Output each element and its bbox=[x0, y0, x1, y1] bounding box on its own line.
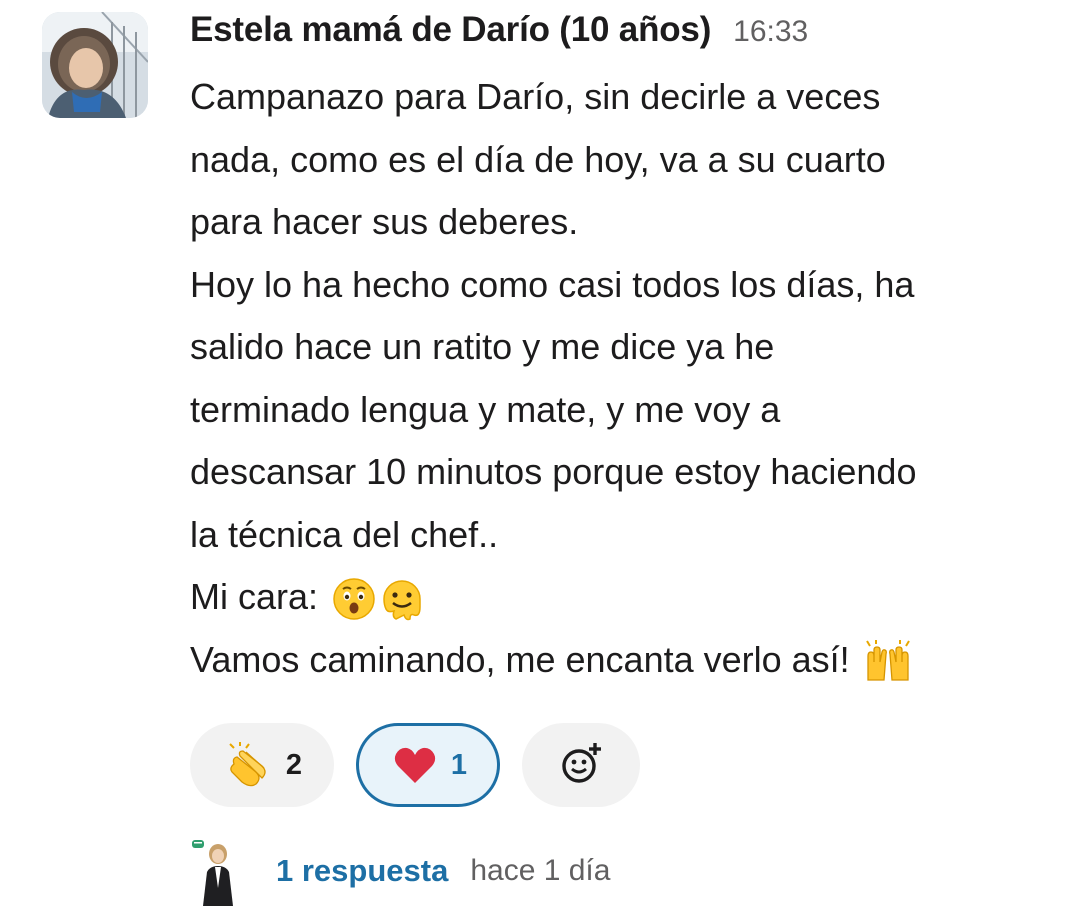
thread-last-reply-time: hace 1 día bbox=[470, 854, 611, 887]
message-line: descansar 10 minutos porque estoy hacien… bbox=[190, 451, 917, 492]
add-reaction-icon bbox=[559, 741, 603, 790]
hushed-face-emoji bbox=[332, 577, 376, 621]
author-name[interactable]: Estela mamá de Darío (10 años) bbox=[190, 10, 711, 50]
message-line: salido hace un ratito y me dice ya he bbox=[190, 326, 775, 367]
message-line: Mi cara: bbox=[190, 576, 329, 617]
reactions-bar: 2 1 bbox=[190, 723, 640, 807]
message-line: para hacer sus deberes. bbox=[190, 201, 579, 242]
message-line: Campanazo para Darío, sin decirle a vece… bbox=[190, 76, 881, 117]
message-line: nada, como es el día de hoy, va a su cua… bbox=[190, 138, 886, 180]
message-header: Estela mamá de Darío (10 años) 16:33 bbox=[190, 10, 808, 60]
reaction-clap-button[interactable]: 2 bbox=[190, 723, 334, 807]
thread-replies-link[interactable]: 1 respuesta bbox=[276, 853, 448, 889]
reaction-count: 2 bbox=[285, 748, 303, 781]
reaction-heart-button[interactable]: 1 bbox=[356, 723, 500, 807]
message-body: Campanazo para Darío, sin decirle a vece… bbox=[190, 66, 1050, 691]
red-heart-emoji bbox=[393, 745, 437, 785]
message-timestamp[interactable]: 16:33 bbox=[733, 15, 808, 49]
add-reaction-button[interactable] bbox=[522, 723, 640, 807]
reaction-count: 1 bbox=[450, 748, 468, 781]
message-line: la técnica del chef.. bbox=[190, 513, 499, 555]
message-line: terminado lengua y mate, y me voy a bbox=[190, 388, 781, 430]
clapping-hands-emoji bbox=[226, 742, 272, 788]
message-line-emoji: Vamos caminando, me encanta verlo así! bbox=[190, 629, 1050, 692]
raising-hands-emoji bbox=[864, 639, 912, 684]
message-line-emoji: Mi cara: bbox=[190, 566, 1050, 629]
author-avatar[interactable] bbox=[42, 12, 148, 118]
thread-summary[interactable]: 1 respuesta hace 1 día bbox=[190, 836, 610, 906]
message-line: Vamos caminando, me encanta verlo así! bbox=[190, 638, 860, 680]
melting-face-emoji bbox=[380, 577, 424, 621]
message-line: Hoy lo ha hecho como casi todos los días… bbox=[190, 263, 915, 305]
reply-avatar bbox=[190, 836, 246, 906]
